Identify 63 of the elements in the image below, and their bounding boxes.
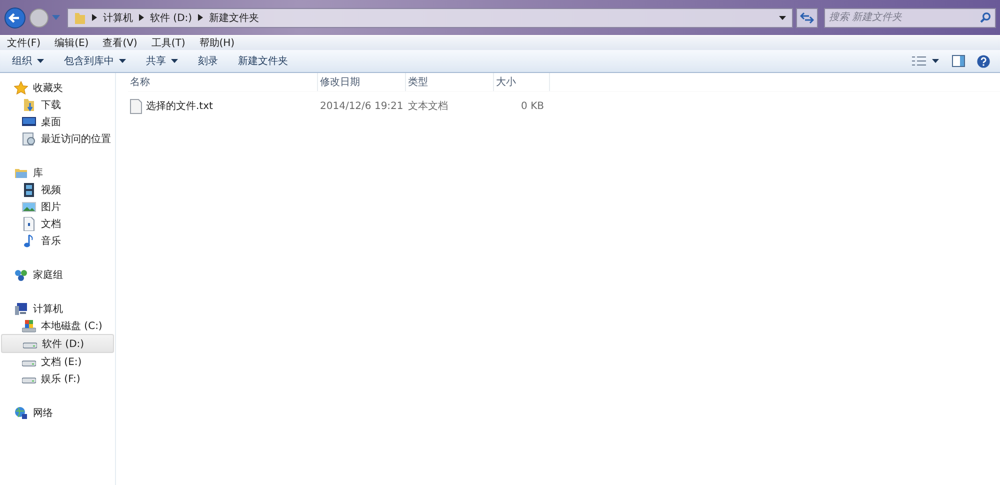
menu-item[interactable]: 文件(F) — [7, 36, 41, 50]
search-icon — [980, 12, 991, 22]
file-name[interactable]: 选择的文件.txt — [146, 99, 213, 113]
toolbar-button[interactable]: 组织 — [8, 54, 48, 68]
sidebar-item[interactable]: 文档 — [0, 215, 115, 232]
picture-icon — [22, 200, 36, 214]
preview-pane-icon[interactable] — [952, 55, 965, 67]
sidebar-item[interactable]: 网络 — [0, 404, 115, 421]
table-cell-text: 2014/12/6 19:21 — [319, 100, 404, 112]
breadcrumb[interactable]: 计算机 — [103, 10, 133, 24]
sidebar-item[interactable]: 文档 (E:) — [0, 353, 115, 370]
star-icon — [14, 80, 28, 94]
sidebar-item[interactable]: 图片 — [0, 198, 115, 215]
chevron-icon[interactable] — [198, 14, 204, 21]
sidebar-item[interactable]: 视频 — [0, 181, 115, 198]
toolbar-button[interactable]: 共享 — [142, 54, 182, 68]
folder-icon — [74, 10, 86, 24]
table-cell-text: 0 KB — [520, 100, 545, 112]
search-field[interactable]: 搜索 新建文件夹 — [824, 8, 996, 28]
view-options-icon[interactable] — [912, 56, 940, 66]
menu-item[interactable]: 编辑(E) — [54, 36, 89, 50]
column-header[interactable]: 大小 — [494, 73, 550, 91]
column-header[interactable]: 修改日期 — [318, 73, 406, 91]
column-header[interactable]: 名称 — [128, 73, 318, 91]
homegroup-icon — [14, 268, 28, 282]
refresh-button[interactable] — [796, 8, 818, 28]
sidebar-item[interactable]: 库 — [0, 164, 115, 181]
system-drive-icon — [22, 318, 36, 332]
menu-item[interactable]: 查看(V) — [102, 36, 138, 50]
column-header[interactable]: 类型 — [406, 73, 494, 91]
menu-item[interactable]: 帮助(H) — [199, 36, 235, 50]
help-icon[interactable] — [977, 54, 990, 68]
sidebar-item[interactable]: 音乐 — [0, 232, 115, 249]
toolbar-button[interactable]: 新建文件夹 — [234, 54, 292, 68]
dropdown-icon[interactable] — [779, 16, 786, 20]
sidebar-item[interactable]: 下载 — [0, 96, 115, 113]
recent-icon — [22, 132, 36, 146]
refresh-icon — [800, 12, 814, 24]
desktop-icon — [22, 114, 36, 128]
sidebar-item[interactable]: 桌面 — [0, 113, 115, 130]
menu-item[interactable]: 工具(T) — [151, 36, 186, 50]
sidebar-item[interactable]: 计算机 — [0, 300, 115, 317]
sidebar-item[interactable]: 家庭组 — [0, 266, 115, 283]
sidebar-item[interactable]: 最近访问的位置 — [0, 130, 115, 147]
download-icon — [22, 98, 36, 112]
sidebar-item[interactable]: 娱乐 (F:) — [0, 370, 115, 387]
video-icon — [22, 182, 36, 196]
network-icon — [14, 406, 28, 420]
sidebar-item[interactable]: 收藏夹 — [0, 79, 115, 96]
breadcrumb[interactable]: 软件 (D:) — [150, 10, 192, 24]
toolbar-button[interactable]: 包含到库中 — [60, 54, 130, 68]
document-icon — [22, 216, 36, 230]
computer-icon — [14, 302, 28, 316]
table-cell-text: 文本文档 — [407, 100, 449, 113]
breadcrumb[interactable]: 新建文件夹 — [209, 10, 260, 24]
address-bar[interactable]: 计算机 软件 (D:) 新建文件夹 — [67, 8, 793, 28]
text-file-icon — [130, 98, 142, 114]
toolbar-button[interactable]: 刻录 — [194, 54, 222, 68]
sidebar-item[interactable]: 软件 (D:) — [1, 334, 114, 353]
chevron-icon[interactable] — [139, 14, 144, 21]
sidebar-item[interactable]: 本地磁盘 (C:) — [0, 317, 115, 334]
chevron-icon[interactable] — [92, 14, 97, 21]
back-button[interactable] — [4, 6, 26, 28]
